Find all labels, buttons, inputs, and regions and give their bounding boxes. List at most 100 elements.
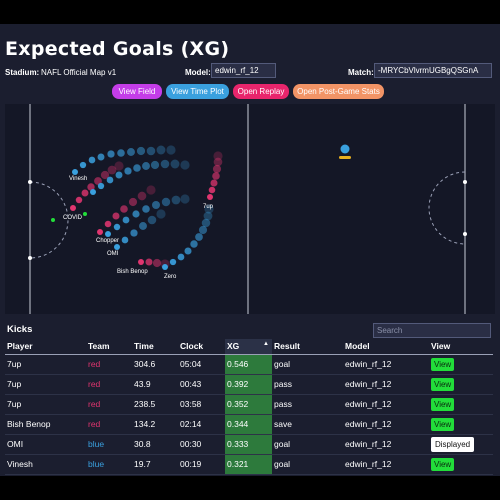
col-header-xg[interactable]: XG ▲ bbox=[225, 339, 272, 355]
cell-player: OMI bbox=[5, 434, 86, 455]
cell-clock: 00:30 bbox=[178, 434, 225, 455]
cell-clock: 03:58 bbox=[178, 394, 225, 415]
cell-xg: 0.392 bbox=[225, 374, 272, 395]
trail-omi-dot bbox=[156, 209, 166, 219]
trail-b-dot bbox=[104, 220, 112, 228]
trail-vinesh-dot bbox=[88, 156, 96, 164]
trail-bish-dot bbox=[152, 258, 162, 268]
kicks-title: Kicks bbox=[7, 324, 33, 335]
cell-result: goal bbox=[272, 354, 343, 375]
displayed-button[interactable]: Displayed bbox=[431, 436, 475, 452]
open-replay-button[interactable]: Open Replay bbox=[233, 84, 289, 99]
player-label-chopper: Chopper bbox=[96, 238, 119, 244]
col-header-player[interactable]: Player bbox=[5, 339, 86, 355]
field-view[interactable]: Vinesh COVID 7up Chopper OMI Bish Benop … bbox=[5, 104, 495, 314]
trail-vinesh-dot bbox=[127, 148, 135, 156]
cell-result: goal bbox=[272, 434, 343, 455]
cell-clock: 00:19 bbox=[178, 454, 225, 475]
trail-zero-dot bbox=[177, 253, 185, 261]
trail-vinesh-dot bbox=[79, 161, 87, 169]
page-title: Expected Goals (XG) bbox=[5, 38, 230, 60]
cell-team: red bbox=[86, 394, 132, 415]
col-header-view[interactable]: View bbox=[429, 339, 493, 355]
trail-covid-dot bbox=[114, 161, 124, 171]
trail-omi-dot bbox=[114, 244, 120, 250]
cell-view: Displayed bbox=[429, 434, 493, 455]
trail-omi-dot bbox=[130, 229, 138, 237]
table-row: 7up red 238.5 03:58 0.352 pass edwin_rf_… bbox=[5, 394, 493, 415]
player-label-covid: COVID bbox=[63, 215, 83, 221]
trail-zero-dot bbox=[184, 247, 192, 255]
cell-time: 43.9 bbox=[132, 374, 178, 395]
right-post-bottom bbox=[463, 232, 467, 236]
match-field[interactable] bbox=[374, 63, 492, 78]
cell-clock: 05:04 bbox=[178, 354, 225, 375]
trail-a-dot bbox=[160, 159, 170, 169]
field-lines bbox=[29, 104, 466, 314]
right-post-top bbox=[463, 180, 467, 184]
table-row: Bish Benop red 134.2 02:14 0.344 save ed… bbox=[5, 414, 493, 435]
trail-b-dot bbox=[128, 197, 138, 207]
col-header-clock[interactable]: Clock bbox=[178, 339, 225, 355]
trail-c-dot bbox=[152, 201, 160, 209]
view-time-plot-button[interactable]: View Time Plot bbox=[166, 84, 229, 99]
trail-zero-dot bbox=[169, 258, 177, 266]
view-button[interactable]: View bbox=[431, 397, 455, 411]
app-window: Expected Goals (XG) Stadium: NAFL Offici… bbox=[0, 24, 500, 476]
trail-c-dot bbox=[142, 205, 150, 213]
cell-clock: 00:43 bbox=[178, 374, 225, 395]
trail-a-dot bbox=[106, 176, 114, 184]
cell-view: View bbox=[429, 454, 493, 475]
view-button[interactable]: View bbox=[431, 417, 455, 431]
view-button[interactable]: View bbox=[431, 357, 455, 371]
view-button[interactable]: View bbox=[431, 457, 455, 471]
cell-player: Bish Benop bbox=[5, 414, 86, 435]
trail-vinesh-dot bbox=[166, 145, 176, 155]
trail-a-dot bbox=[133, 164, 141, 172]
cell-time: 238.5 bbox=[132, 394, 178, 415]
cell-xg: 0.321 bbox=[225, 454, 272, 475]
col-header-team[interactable]: Team bbox=[86, 339, 132, 355]
trail-7up-dot bbox=[213, 151, 223, 161]
marker-dot bbox=[83, 212, 87, 216]
col-header-model[interactable]: Model bbox=[343, 339, 429, 355]
trail-omi-dot bbox=[147, 215, 157, 225]
trail-b-dot bbox=[137, 191, 147, 201]
model-label: Model: bbox=[185, 68, 211, 77]
trail-zero-dot bbox=[162, 264, 168, 270]
cell-model: edwin_rf_12 bbox=[343, 374, 429, 395]
player-label-bish-benop: Bish Benop bbox=[117, 269, 148, 275]
view-field-button[interactable]: View Field bbox=[112, 84, 162, 99]
left-post-bottom bbox=[28, 256, 32, 260]
match-label: Match: bbox=[348, 68, 374, 77]
player-label-vinesh: Vinesh bbox=[69, 176, 87, 182]
open-post-game-stats-button[interactable]: Open Post-Game Stats bbox=[293, 84, 384, 99]
trail-vinesh-dot bbox=[97, 153, 105, 161]
left-post-top bbox=[28, 180, 32, 184]
cell-player: 7up bbox=[5, 354, 86, 375]
cell-model: edwin_rf_12 bbox=[343, 394, 429, 415]
cell-time: 304.6 bbox=[132, 354, 178, 375]
cell-time: 30.8 bbox=[132, 434, 178, 455]
col-header-time[interactable]: Time bbox=[132, 339, 178, 355]
view-button[interactable]: View bbox=[431, 377, 455, 391]
cell-xg: 0.344 bbox=[225, 414, 272, 435]
col-header-result[interactable]: Result bbox=[272, 339, 343, 355]
trail-omi-dot bbox=[139, 222, 147, 230]
trail-7up-dot bbox=[207, 194, 213, 200]
cell-result: pass bbox=[272, 394, 343, 415]
cell-xg: 0.546 bbox=[225, 354, 272, 375]
model-field[interactable] bbox=[211, 63, 276, 78]
table-row: Vinesh blue 19.7 00:19 0.321 goal edwin_… bbox=[5, 454, 493, 475]
player-trails bbox=[70, 145, 223, 270]
player-label-7up: 7up bbox=[203, 204, 214, 210]
cell-team: red bbox=[86, 414, 132, 435]
trail-c-dot bbox=[171, 195, 181, 205]
cell-clock: 02:14 bbox=[178, 414, 225, 435]
trail-covid-dot bbox=[75, 196, 83, 204]
search-input[interactable] bbox=[373, 323, 491, 338]
cell-player: 7up bbox=[5, 394, 86, 415]
cell-xg: 0.352 bbox=[225, 394, 272, 415]
trail-zero-dot bbox=[190, 240, 198, 248]
trail-vinesh-dot bbox=[72, 169, 78, 175]
